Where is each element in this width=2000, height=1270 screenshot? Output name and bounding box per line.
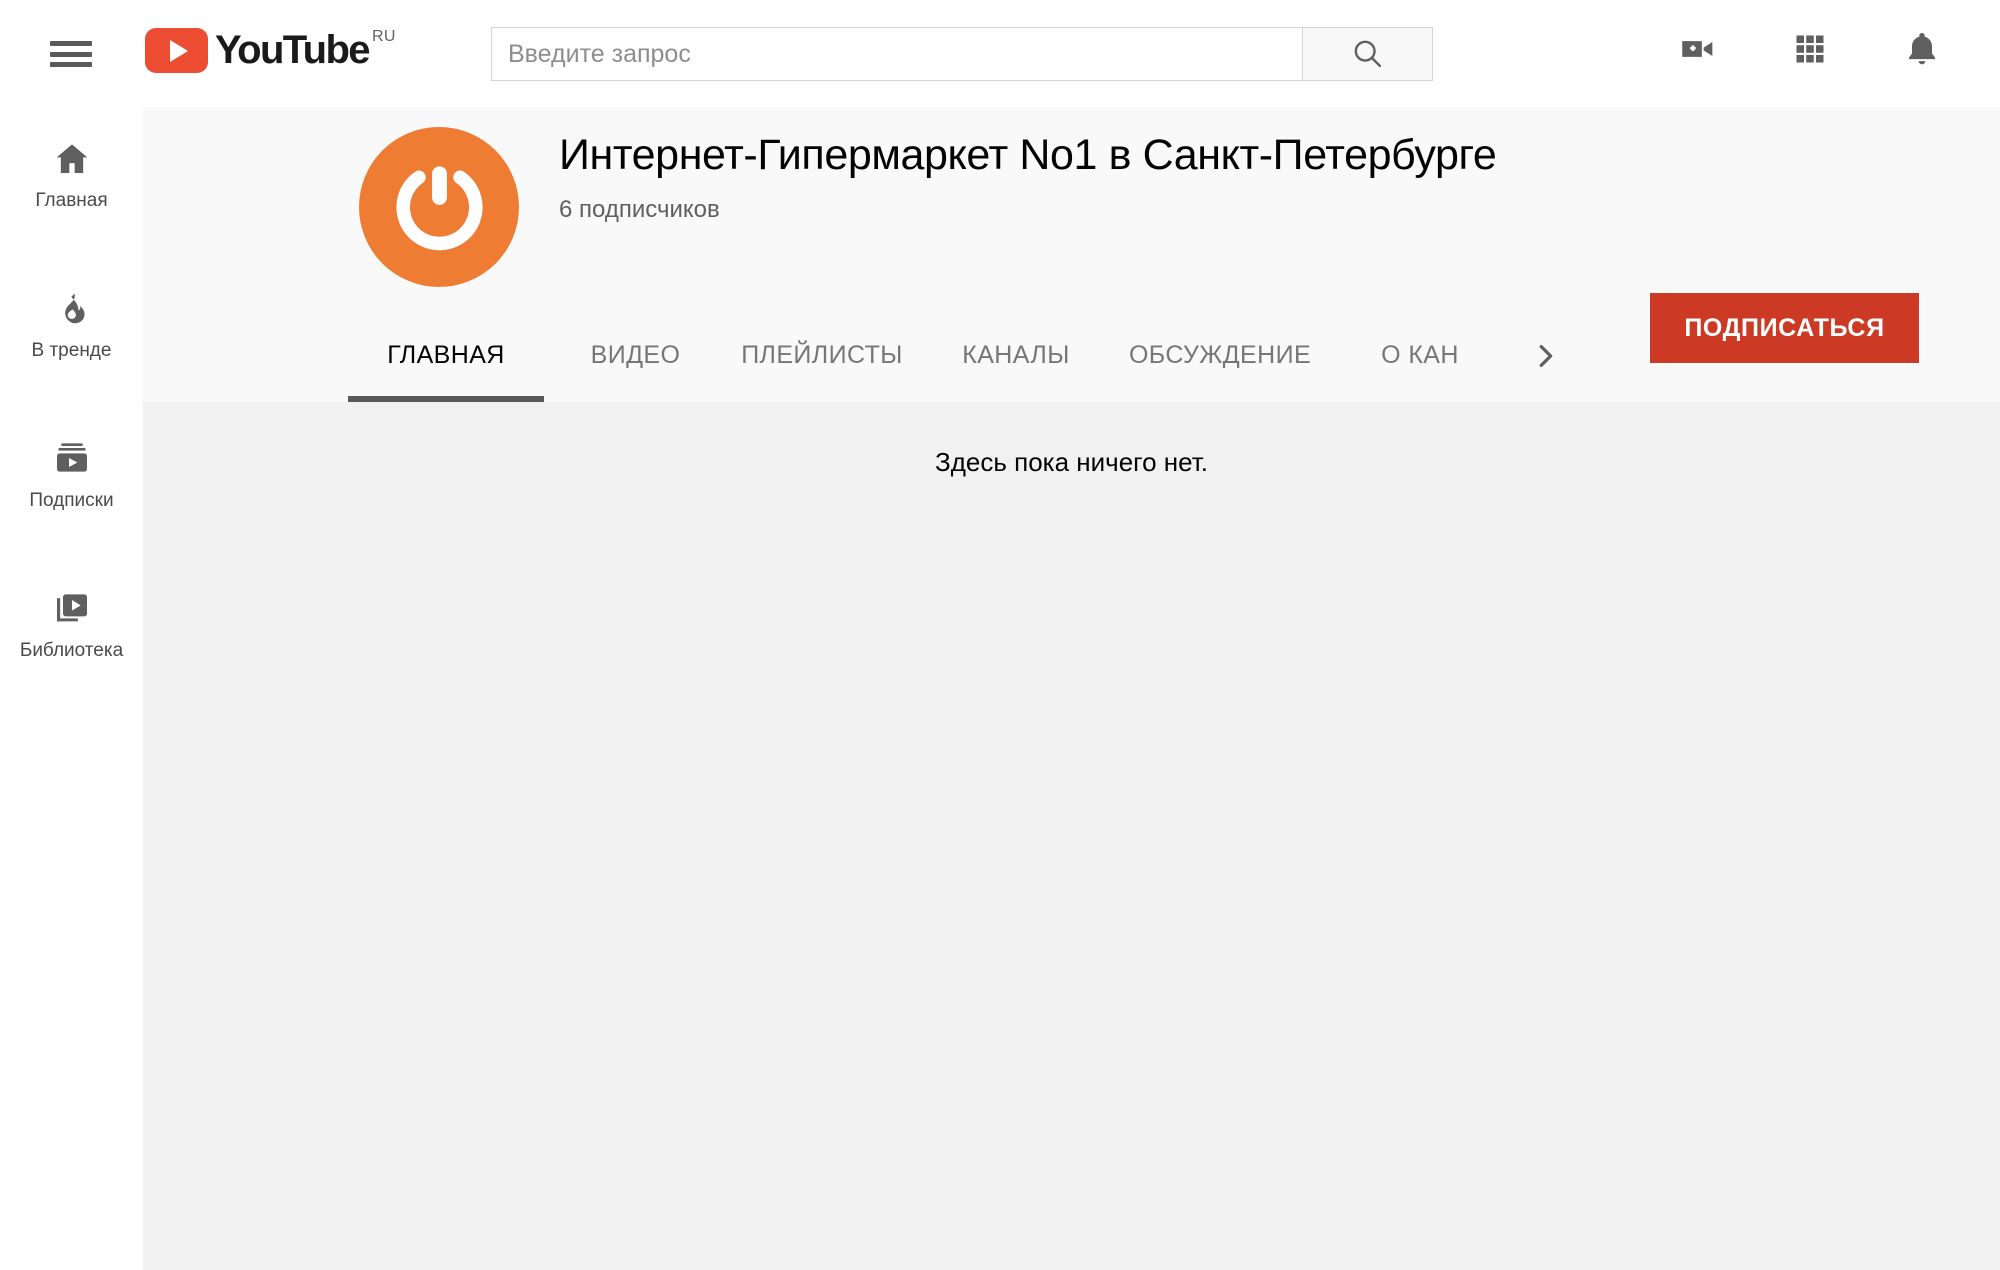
main-content: Здесь пока ничего нет. (143, 402, 2000, 1270)
channel-title: Интернет-Гипермаркет No1 в Санкт-Петербу… (559, 131, 1497, 179)
channel-avatar[interactable] (359, 127, 519, 287)
subscriptions-icon (52, 438, 92, 480)
sidebar-item-library[interactable]: Библиотека (0, 575, 143, 675)
sidebar: Главная В тренде Подписки Библиотека (0, 107, 143, 1270)
youtube-wordmark: YouTube (215, 28, 371, 72)
sidebar-item-subscriptions[interactable]: Подписки (0, 425, 143, 525)
trending-flame-icon (53, 288, 91, 330)
top-icon-group (1675, 26, 1945, 72)
sidebar-item-label: Библиотека (19, 640, 124, 661)
sidebar-item-home[interactable]: Главная (0, 125, 143, 225)
chevron-right-icon[interactable] (1515, 309, 1575, 402)
tab-videos[interactable]: ВИДЕО (544, 309, 727, 402)
notifications-bell-icon[interactable] (1899, 26, 1945, 72)
hamburger-bar (50, 41, 92, 46)
channel-header: Интернет-Гипермаркет No1 в Санкт-Петербу… (143, 107, 2000, 402)
search-box[interactable] (491, 27, 1303, 81)
library-icon (52, 588, 92, 630)
subscriber-count: 6 подписчиков (559, 196, 720, 223)
hamburger-bar (50, 51, 92, 57)
youtube-play-icon (145, 28, 208, 73)
hamburger-bar (50, 62, 92, 67)
locale-superscript: RU (371, 28, 396, 45)
sidebar-item-label: В тренде (31, 340, 112, 361)
search-input[interactable] (508, 39, 1286, 69)
power-button-icon (395, 165, 483, 250)
sidebar-item-trending[interactable]: В тренде (0, 275, 143, 375)
apps-grid-icon[interactable] (1787, 26, 1833, 72)
search-icon (1354, 40, 1381, 68)
tab-discussion[interactable]: ОБСУЖДЕНИЕ (1115, 309, 1325, 402)
hamburger-menu-icon[interactable] (50, 38, 92, 70)
tab-channels[interactable]: КАНАЛЫ (917, 309, 1115, 402)
sidebar-item-label: Главная (35, 190, 108, 211)
channel-tab-bar: ГЛАВНАЯ ВИДЕО ПЛЕЙЛИСТЫ КАНАЛЫ ОБСУЖДЕНИ… (143, 309, 2000, 402)
search-area (491, 27, 1433, 81)
tab-playlists[interactable]: ПЛЕЙЛИСТЫ (727, 309, 917, 402)
sidebar-item-label: Подписки (29, 490, 114, 511)
empty-state-message: Здесь пока ничего нет. (935, 447, 1208, 477)
tab-home[interactable]: ГЛАВНАЯ (348, 309, 544, 402)
search-button[interactable] (1303, 27, 1433, 81)
channel-meta: Интернет-Гипермаркет No1 в Санкт-Петербу… (559, 125, 1569, 225)
create-video-icon[interactable] (1675, 26, 1721, 72)
youtube-logo[interactable]: YouTube RU (145, 28, 396, 73)
top-bar: YouTube RU (0, 0, 2000, 107)
home-icon (52, 138, 92, 180)
tab-about[interactable]: О КАН (1325, 309, 1515, 402)
